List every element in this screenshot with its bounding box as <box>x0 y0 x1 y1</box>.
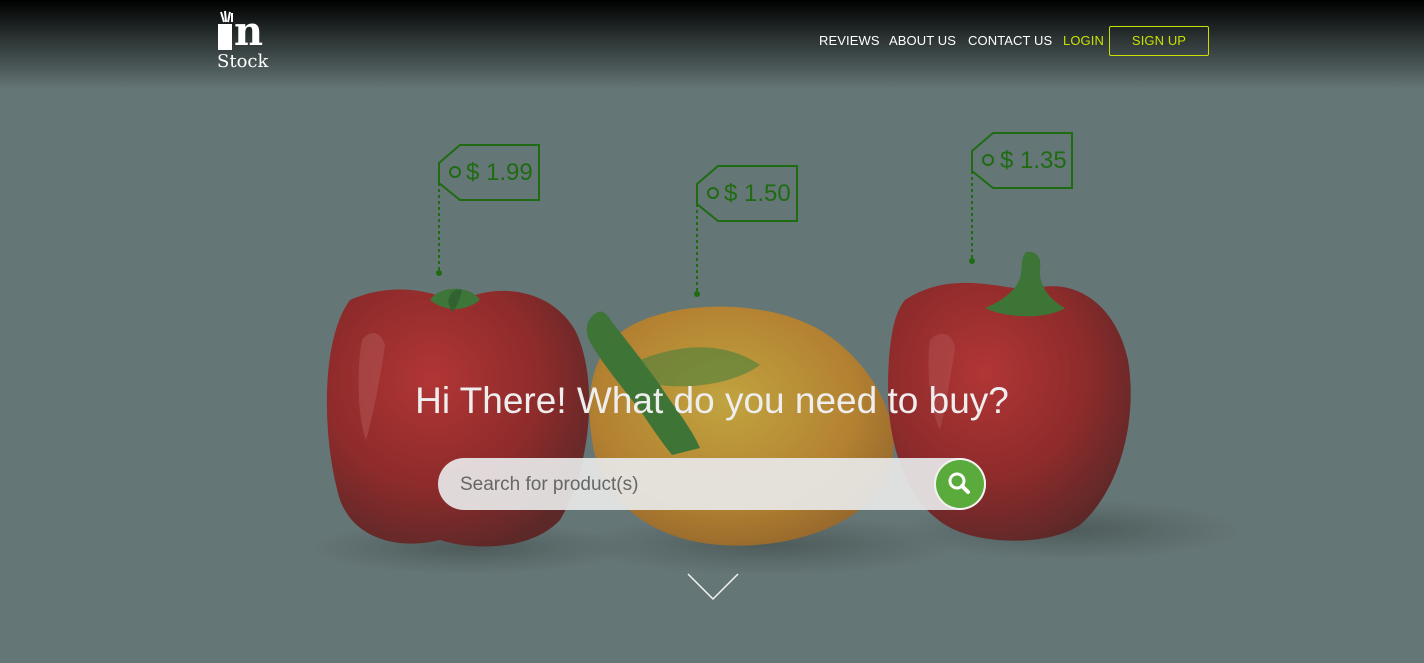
nav-reviews[interactable]: REVIEWS <box>819 26 880 56</box>
hero-background-image <box>0 0 1424 663</box>
nav-contact-us[interactable]: CONTACT US <box>968 26 1052 56</box>
search-button[interactable] <box>936 460 984 508</box>
main-nav: REVIEWS ABOUT US CONTACT US LOGIN SIGN U… <box>0 26 1424 56</box>
signup-button[interactable]: SIGN UP <box>1109 26 1209 56</box>
nav-login[interactable]: LOGIN <box>1063 26 1104 56</box>
search-input[interactable] <box>458 471 922 499</box>
price-tag-2-label: $ 1.50 <box>724 180 791 207</box>
search-bar <box>438 458 986 510</box>
nav-about-us[interactable]: ABOUT US <box>889 26 956 56</box>
search-icon <box>948 472 970 494</box>
price-tag-1-label: $ 1.99 <box>466 159 533 186</box>
price-tag-3-label: $ 1.35 <box>1000 147 1067 174</box>
chevron-down-icon[interactable] <box>686 572 740 602</box>
hero-section: $ 1.99 $ 1.50 $ 1.35 <box>0 0 1424 663</box>
hero-headline: Hi There! What do you need to buy? <box>415 380 1009 421</box>
